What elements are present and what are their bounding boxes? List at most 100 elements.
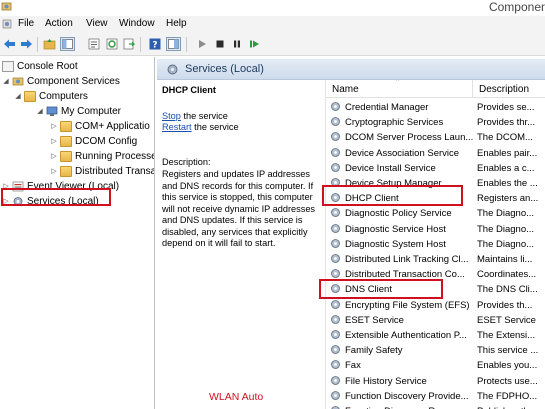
show-tree-icon: [62, 39, 73, 49]
service-row[interactable]: ESET Service ESET Service: [326, 313, 545, 328]
service-row[interactable]: File History Service Protects use...: [326, 374, 545, 389]
restart-service-button[interactable]: [247, 37, 262, 51]
service-description: The Extensi...: [477, 330, 536, 341]
restart-icon: [250, 40, 259, 48]
service-description: ESET Service: [477, 314, 536, 326]
service-row[interactable]: Function Discovery Resour...Publishes th…: [326, 404, 545, 409]
service-row[interactable]: Diagnostic Policy Service The Diagno...: [326, 206, 545, 221]
up-one-level-button[interactable]: [42, 37, 57, 51]
tree-label: Console Root: [17, 60, 78, 72]
stop-service-button[interactable]: [212, 37, 227, 51]
start-service-button[interactable]: [194, 37, 209, 51]
service-row[interactable]: Distributed Link Tracking Cl... Maintains…: [326, 252, 545, 267]
service-row[interactable]: Device Install Service Enables a c...: [326, 161, 545, 176]
refresh-button[interactable]: [104, 37, 119, 51]
service-row[interactable]: Device Association Service Enables pair..…: [326, 146, 545, 161]
pause-icon: [233, 40, 240, 48]
column-header-description-label: Description: [479, 84, 530, 95]
properties-icon: [88, 38, 99, 50]
console-tree-icon: [168, 39, 179, 49]
service-name: Diagnostic System Host: [345, 238, 446, 250]
service-row[interactable]: Family Safety This service ...: [326, 343, 545, 358]
collapse-arrow-icon[interactable]: ◢: [14, 92, 22, 100]
expand-arrow-icon[interactable]: ▷: [50, 137, 58, 145]
service-description: Coordinates...: [477, 269, 537, 281]
service-gear-icon: [331, 330, 340, 339]
service-row[interactable]: Diagnostic System Host The Diagno...: [326, 237, 545, 252]
service-description: Registers an...: [477, 193, 539, 205]
toolbar-separator: [186, 37, 187, 52]
service-row[interactable]: Diagnostic Service Host The Diagno...: [326, 222, 545, 237]
collapse-arrow-icon[interactable]: ◢: [2, 77, 10, 85]
properties-button[interactable]: [86, 37, 101, 51]
service-row[interactable]: Encrypting File System (EFS) Provides th.…: [326, 298, 545, 313]
service-row[interactable]: Fax Enables you...: [326, 358, 545, 373]
console-root-folder-icon: [2, 60, 14, 72]
tree-label: My Computer: [61, 105, 122, 117]
service-row[interactable]: Credential Manager Provides se...: [326, 100, 545, 115]
service-description: Maintains li...: [477, 254, 533, 265]
menu-file[interactable]: File: [18, 18, 34, 29]
tree-label: Distributed Transa: [75, 165, 155, 177]
services-gear-icon: [167, 64, 178, 75]
column-header-description[interactable]: Description: [472, 80, 545, 98]
menu-action[interactable]: Action: [45, 18, 73, 29]
pause-service-button[interactable]: [229, 37, 244, 51]
service-description: Protects use...: [477, 375, 538, 387]
tree-item-my-computer[interactable]: ◢ My Computer: [36, 104, 121, 118]
svg-text:?: ?: [152, 41, 157, 51]
tree-item-running-processes[interactable]: ▷ Running Processe: [50, 149, 154, 163]
service-gear-icon: [331, 375, 340, 385]
export-list-button[interactable]: [121, 37, 136, 51]
tree-item-dcom-config[interactable]: ▷ DCOM Config: [50, 134, 137, 148]
column-header-name-label: Name: [332, 84, 359, 95]
service-name: Cryptographic Services: [345, 117, 444, 129]
tree-item-computers[interactable]: ◢ Computers: [14, 89, 88, 103]
service-name: DCOM Server Process Laun...: [345, 132, 473, 144]
toolbar-separator: [140, 37, 141, 52]
service-name: Credential Manager: [345, 102, 429, 113]
service-description: Provides se...: [477, 102, 535, 113]
computer-icon: [46, 106, 58, 116]
console-tree-button[interactable]: [166, 37, 181, 51]
tree-item-distributed-transaction[interactable]: ▷ Distributed Transa: [50, 164, 155, 178]
service-name: Diagnostic Service Host: [345, 223, 446, 235]
service-row[interactable]: Function Discovery Provide... The FDPHO..…: [326, 389, 545, 404]
tree-item-component-services[interactable]: ◢ Component Services: [2, 74, 120, 88]
stop-icon: [216, 40, 223, 48]
stop-service-link[interactable]: Stop: [162, 111, 181, 121]
menu-view[interactable]: View: [86, 18, 108, 29]
restart-service-link[interactable]: Restart: [162, 122, 192, 132]
service-name: Function Discovery Provide...: [345, 390, 469, 402]
sort-up-icon: ^: [396, 80, 400, 85]
folder-icon: [60, 120, 72, 132]
column-header-name[interactable]: ^ Name: [326, 80, 472, 98]
tree-label: COM+ Applicatio: [75, 120, 150, 132]
stop-suffix: the service: [180, 111, 228, 121]
collapse-arrow-icon[interactable]: ◢: [36, 107, 44, 115]
tree-item-console-root[interactable]: Console Root: [2, 59, 78, 73]
menu-window[interactable]: Window: [119, 18, 155, 29]
service-name: Encrypting File System (EFS): [345, 299, 470, 311]
services-local-highlight: [1, 188, 111, 206]
tree-item-com-applications[interactable]: ▷ COM+ Applicatio: [50, 119, 150, 133]
back-button[interactable]: [2, 37, 17, 51]
service-row[interactable]: Extensible Authentication P... The Extens…: [326, 328, 545, 343]
expand-arrow-icon[interactable]: ▷: [50, 167, 58, 175]
tree-label: Computers: [39, 90, 88, 102]
system-menu-icon[interactable]: [2, 19, 12, 29]
service-gear-icon: [331, 269, 340, 279]
service-description: Enables pair...: [477, 147, 538, 159]
show-hide-tree-button[interactable]: [60, 37, 75, 51]
forward-button[interactable]: [19, 37, 34, 51]
service-description: Enables you...: [477, 360, 538, 372]
expand-arrow-icon[interactable]: ▷: [50, 122, 58, 130]
expand-arrow-icon[interactable]: ▷: [50, 152, 58, 160]
service-row[interactable]: DCOM Server Process Laun... The DCOM...: [326, 130, 545, 145]
service-row[interactable]: Cryptographic Services Provides thr...: [326, 115, 545, 130]
help-button[interactable]: ?: [147, 37, 162, 51]
menu-help[interactable]: Help: [166, 18, 187, 29]
service-description: The Diagno...: [477, 208, 535, 220]
description-label: Description:: [162, 157, 211, 167]
service-name: Extensible Authentication P...: [345, 330, 467, 341]
